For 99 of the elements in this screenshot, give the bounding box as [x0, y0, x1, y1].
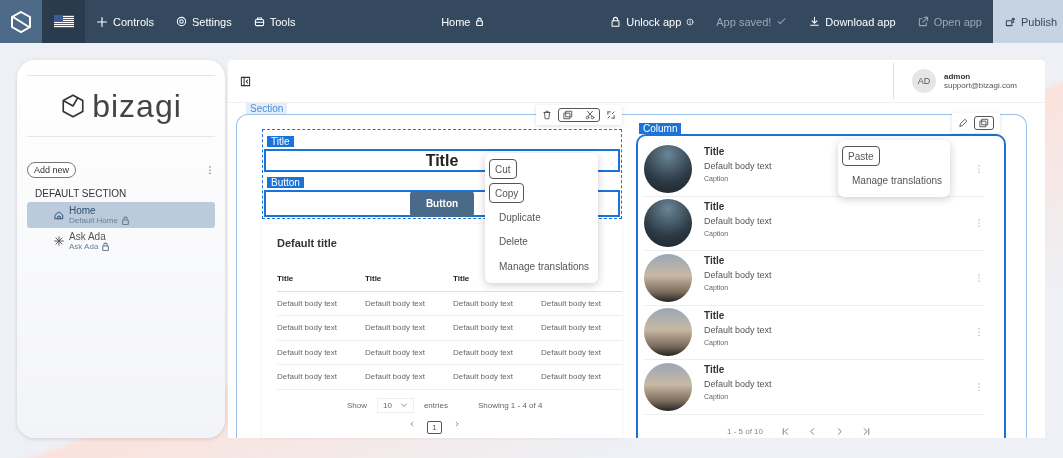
menu-item[interactable]: Delete [489, 229, 594, 254]
table-cell-text: Default body text [453, 323, 515, 333]
flag-icon[interactable] [53, 15, 74, 28]
last-page-icon [862, 426, 871, 436]
info-icon [686, 17, 695, 26]
table-cell-text: Default body text [277, 323, 339, 333]
item-body: Default body text [704, 161, 772, 171]
photo-placeholder [644, 199, 692, 248]
download-icon [809, 16, 821, 27]
plus-icon [96, 15, 108, 28]
move-icon [606, 110, 616, 120]
chevron-right-icon [453, 420, 460, 427]
sample-button[interactable]: Button [410, 190, 474, 217]
hexagon-logo-icon [60, 93, 87, 119]
scissors-icon [585, 110, 595, 120]
table-cell-text: Default body text [365, 323, 427, 333]
page-size-select[interactable]: 10 [377, 397, 414, 413]
item-body: Default body text [704, 324, 772, 335]
unlock-button[interactable]: Unlock app [599, 0, 706, 43]
entries-label: entries [423, 400, 448, 410]
chevron-left-icon [409, 420, 416, 427]
publish-button[interactable]: Publish [993, 0, 1063, 43]
lock-icon [610, 16, 622, 27]
table-cell-text: Default body text [453, 298, 515, 308]
table-cell-text: Default body text [453, 372, 515, 382]
menu-item[interactable]: Copy [489, 183, 525, 203]
item-title: Title [704, 146, 725, 157]
toolbox-icon [253, 16, 265, 27]
external-link-icon [917, 16, 929, 27]
brand-logo: bizagi [92, 87, 182, 125]
menu-item[interactable]: Manage translations [842, 168, 946, 193]
item-title: Title [704, 364, 725, 375]
column-header[interactable]: Title [365, 274, 453, 284]
table-cell-text: Default body text [277, 347, 339, 357]
table-cell-text: Default body text [277, 372, 339, 382]
pager-summary: 1 - 5 of 10 [727, 426, 763, 436]
chevron-down-icon [399, 401, 408, 409]
edit-icon [958, 118, 968, 128]
user-name: admon [943, 72, 972, 81]
add-new-button[interactable]: Add new [27, 162, 77, 178]
copy-tool-button[interactable] [974, 116, 994, 130]
item-title: Title [704, 309, 725, 321]
table-cell-text: Default body text [541, 347, 603, 357]
first-page-icon [781, 426, 790, 436]
page-title: Home [441, 15, 471, 28]
table-cell-text: Default body text [365, 372, 427, 382]
user-avatar[interactable]: AD [911, 69, 936, 93]
table-cell-text: Default body text [277, 298, 339, 308]
section-heading: DEFAULT SECTION [35, 188, 128, 199]
clipboard-tool-group[interactable] [558, 108, 600, 122]
table-summary: Showing 1 - 4 of 4 [477, 400, 543, 410]
tools-button[interactable]: Tools [242, 0, 307, 43]
photo-placeholder [644, 362, 692, 411]
item-title: Title [704, 255, 725, 266]
photo-placeholder [644, 253, 692, 302]
download-button[interactable]: Download app [798, 0, 907, 43]
component-tag: Title [267, 136, 294, 147]
page-number-button[interactable]: 1 [427, 420, 442, 434]
settings-button[interactable]: Settings [164, 0, 243, 43]
section-label: Section [246, 103, 288, 114]
page-item[interactable]: Home Default Home [27, 202, 215, 228]
title-text: Title [425, 151, 459, 170]
show-label: Show [347, 400, 367, 410]
table-cell-text: Default body text [541, 323, 603, 333]
sparkle-icon [54, 236, 64, 246]
settings-icon [175, 16, 187, 27]
table-title: Default title [277, 237, 337, 249]
user-email: support@bizagi.com [943, 81, 1017, 90]
chevron-right-icon [835, 426, 844, 436]
menu-item[interactable]: Paste [842, 146, 880, 166]
home-icon [54, 210, 64, 220]
menu-item[interactable]: Manage translations [489, 254, 594, 279]
photo-placeholder [644, 308, 692, 357]
photo-placeholder [644, 144, 692, 193]
table-cell-text: Default body text [541, 298, 603, 308]
component-tag: Button [267, 177, 304, 188]
collapse-panel-icon [240, 75, 251, 87]
item-body: Default body text [704, 270, 772, 280]
table-cell-text: Default body text [365, 347, 427, 357]
table-cell-text: Default body text [541, 372, 603, 382]
menu-item[interactable]: Cut [489, 159, 517, 179]
copy-icon [563, 110, 573, 120]
chevron-left-icon [808, 426, 817, 436]
item-body: Default body text [704, 215, 772, 226]
column-header[interactable]: Title [277, 274, 365, 284]
last-page-button[interactable] [862, 426, 871, 436]
item-body: Default body text [704, 379, 772, 389]
component-tag: Column [639, 123, 682, 134]
table-cell-text: Default body text [365, 298, 427, 308]
app-logo[interactable] [0, 0, 42, 43]
upload-icon [1005, 16, 1016, 27]
controls-button[interactable]: Controls [85, 0, 165, 43]
trash-icon [542, 110, 552, 120]
check-icon [776, 16, 788, 27]
copy-icon [979, 118, 989, 128]
page-item[interactable]: Ask Ada Ask Ada [27, 228, 215, 254]
table-cell-text: Default body text [453, 347, 515, 357]
item-title: Title [704, 200, 725, 212]
first-page-button[interactable] [781, 426, 790, 436]
